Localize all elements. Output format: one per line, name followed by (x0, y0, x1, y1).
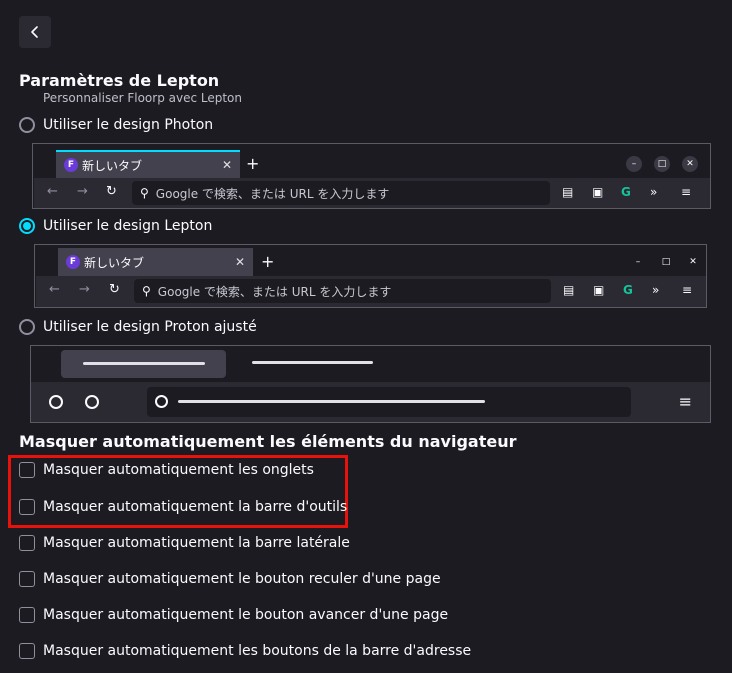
preview-url-bar: ⚲ Google で検索、または URL を入力します (132, 181, 550, 205)
autohide-toolbar[interactable]: Masquer automatiquement la barre d'outil… (19, 499, 347, 515)
close-window-icon: ✕ (689, 257, 697, 267)
proton-preview-tab (61, 350, 226, 378)
close-icon: ✕ (234, 255, 245, 269)
radio-proton-label: Utiliser le design Proton ajusté (43, 319, 257, 335)
overflow-icon: » (652, 283, 660, 297)
menu-icon: ≡ (678, 392, 692, 411)
arrow-left-icon: ← (47, 184, 58, 199)
back-button[interactable] (19, 16, 51, 48)
plus-icon: + (246, 154, 260, 173)
radio-button[interactable] (19, 319, 35, 335)
radio-proton[interactable]: Utiliser le design Proton ajusté (19, 319, 257, 335)
autohide-section-title: Masquer automatiquement les éléments du … (19, 432, 517, 451)
autohide-toolbar-label: Masquer automatiquement la barre d'outil… (43, 499, 348, 515)
preview-url-placeholder: Google で検索、または URL を入力します (157, 284, 392, 299)
arrow-right-icon: → (77, 184, 88, 199)
maximize-icon: □ (661, 257, 671, 267)
preview-tab: F 新しいタブ ✕ (58, 248, 253, 276)
radio-lepton-label: Utiliser le design Lepton (43, 218, 213, 234)
menu-icon: ≡ (681, 185, 692, 199)
preview-tab-title: 新しいタブ (82, 158, 143, 173)
autohide-sidebar[interactable]: Masquer automatiquement la barre latéral… (19, 535, 350, 551)
overflow-icon: » (650, 185, 658, 199)
proton-preview-tab-2 (252, 361, 373, 364)
autohide-forward-button-label: Masquer automatiquement le bouton avance… (43, 607, 449, 623)
preview-tab-title: 新しいタブ (84, 255, 145, 270)
lepton-settings-page: Paramètres de Lepton Personnaliser Floor… (0, 0, 732, 673)
circle-icon (155, 395, 168, 408)
checkbox[interactable] (19, 571, 35, 587)
page-title: Paramètres de Lepton (19, 71, 220, 90)
grammarly-icon: G (623, 283, 633, 297)
collections-icon: ▤ (562, 185, 574, 199)
minimize-icon: – (626, 156, 642, 172)
checkbox[interactable] (19, 607, 35, 623)
autohide-tabs-label: Masquer automatiquement les onglets (43, 462, 314, 478)
preview-tab: F 新しいタブ ✕ (56, 150, 240, 178)
collections-icon: ▤ (563, 283, 575, 297)
close-icon: ✕ (221, 158, 232, 172)
reload-icon: ↻ (106, 184, 117, 199)
checkbox[interactable] (19, 643, 35, 659)
lepton-preview: F 新しいタブ ✕ + – □ ✕ ← → ↻ ⚲ Google で検索、または… (34, 244, 707, 308)
autohide-sidebar-label: Masquer automatiquement la barre latéral… (43, 535, 350, 551)
autohide-back-button-label: Masquer automatiquement le bouton recule… (43, 571, 441, 587)
radio-button[interactable] (19, 117, 35, 133)
minimize-icon: – (635, 257, 641, 267)
proton-preview-url-bar (147, 387, 631, 417)
autohide-urlbar-buttons[interactable]: Masquer automatiquement les boutons de l… (19, 643, 471, 659)
reload-icon: ↻ (109, 282, 120, 297)
radio-photon-label: Utiliser le design Photon (43, 117, 214, 133)
close-window-icon: ✕ (682, 156, 698, 172)
photon-preview: F 新しいタブ ✕ + – □ ✕ ← → ↻ ⚲ Google で検索、または… (32, 143, 711, 209)
search-icon: ⚲ (142, 284, 151, 298)
radio-button-checked[interactable] (19, 218, 35, 234)
circle-icon (85, 395, 99, 409)
preview-url-placeholder: Google で検索、または URL を入力します (155, 186, 390, 201)
checkbox[interactable] (19, 462, 35, 478)
radio-photon[interactable]: Utiliser le design Photon (19, 117, 213, 133)
chevron-left-icon (31, 26, 38, 38)
floorp-logo-icon: F (64, 158, 78, 172)
maximize-icon: □ (654, 156, 670, 172)
search-icon: ⚲ (140, 186, 149, 200)
menu-icon: ≡ (682, 283, 693, 297)
autohide-forward-button[interactable]: Masquer automatiquement le bouton avance… (19, 607, 448, 623)
proton-preview: ≡ (30, 345, 711, 423)
page-subtitle: Personnaliser Floorp avec Lepton (43, 91, 242, 105)
reader-icon: ▣ (593, 283, 605, 297)
radio-lepton[interactable]: Utiliser le design Lepton (19, 218, 212, 234)
checkbox[interactable] (19, 535, 35, 551)
circle-icon (49, 395, 63, 409)
autohide-urlbar-buttons-label: Masquer automatiquement les boutons de l… (43, 643, 472, 659)
proton-preview-toolbar: ≡ (31, 382, 710, 422)
floorp-logo-icon: F (66, 255, 80, 269)
arrow-right-icon: → (79, 282, 90, 297)
grammarly-icon: G (621, 185, 631, 199)
reader-icon: ▣ (592, 185, 604, 199)
preview-url-bar: ⚲ Google で検索、または URL を入力します (134, 279, 551, 303)
checkbox[interactable] (19, 499, 35, 515)
autohide-back-button[interactable]: Masquer automatiquement le bouton recule… (19, 571, 441, 587)
plus-icon: + (261, 252, 275, 271)
arrow-left-icon: ← (49, 282, 60, 297)
autohide-tabs[interactable]: Masquer automatiquement les onglets (19, 462, 314, 478)
